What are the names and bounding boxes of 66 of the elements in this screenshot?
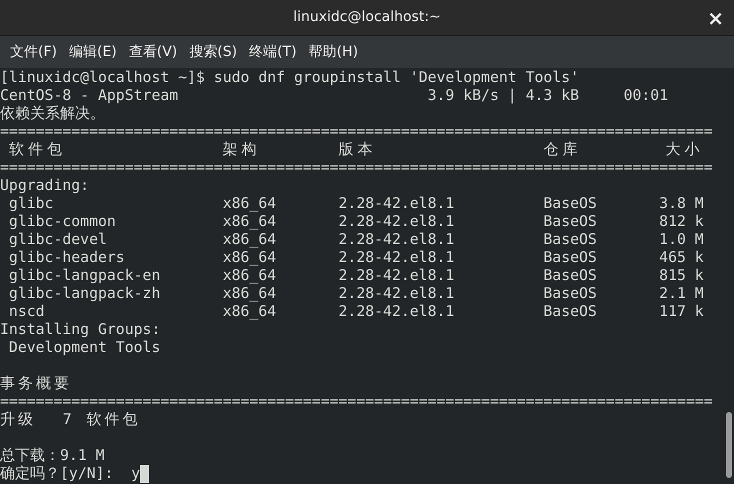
column-header: 仓库	[543, 141, 582, 159]
package-arch: x86_64	[222, 285, 278, 303]
confirm-prompt: 确定吗？[y/N]:	[0, 465, 114, 483]
package-size: 812 k	[658, 213, 704, 231]
package-name: glibc-langpack-zh	[8, 285, 162, 303]
separator-line: ================================================================================	[0, 159, 714, 177]
status-text: 依赖关系解决。	[0, 105, 106, 123]
package-size: 117 k	[658, 303, 704, 321]
menu-item[interactable]: 编辑(E)	[64, 42, 121, 62]
package-version: 2.28-42.el8.1	[338, 195, 456, 213]
package-size: 2.1 M	[658, 285, 704, 303]
package-name: glibc-devel	[8, 231, 108, 249]
menu-item[interactable]: 终端(T)	[245, 42, 301, 62]
package-arch: x86_64	[222, 213, 278, 231]
repo-stats: 3.9 kB/s | 4.3 kB 00:01	[428, 87, 668, 105]
package-repo: BaseOS	[543, 303, 598, 321]
package-arch: x86_64	[222, 303, 278, 321]
package-arch: x86_64	[222, 249, 278, 267]
menu-item[interactable]: 搜索(S)	[185, 42, 242, 62]
package-repo: BaseOS	[543, 195, 598, 213]
command-line: [linuxidc@localhost ~]$ sudo dnf groupinstall 'Development Tools'	[0, 69, 580, 87]
package-name: glibc-langpack-en	[8, 267, 162, 285]
package-version: 2.28-42.el8.1	[338, 249, 456, 267]
separator-line: ================================================================================	[0, 123, 714, 141]
package-size: 465 k	[658, 249, 704, 267]
summary-title: 事务概要	[0, 375, 73, 393]
group-name: Development Tools	[8, 339, 162, 357]
menu-item[interactable]: 文件(F)	[6, 42, 61, 62]
package-name: glibc-common	[8, 213, 117, 231]
package-arch: x86_64	[222, 231, 278, 249]
package-version: 2.28-42.el8.1	[338, 285, 456, 303]
package-repo: BaseOS	[543, 267, 598, 285]
section-heading: Upgrading:	[0, 177, 90, 195]
package-size: 3.8 M	[658, 195, 704, 213]
close-button[interactable]: ×	[707, 8, 724, 28]
package-repo: BaseOS	[543, 285, 598, 303]
package-size: 815 k	[658, 267, 704, 285]
window-title: linuxidc@localhost:~	[293, 8, 441, 27]
typed-answer-text: y	[131, 465, 140, 483]
column-header: 大小	[664, 141, 704, 159]
package-repo: BaseOS	[543, 231, 598, 249]
text-cursor	[140, 465, 150, 483]
package-repo: BaseOS	[543, 249, 598, 267]
package-size: 1.0 M	[658, 231, 704, 249]
column-header: 软件包	[8, 141, 67, 159]
package-version: 2.28-42.el8.1	[338, 303, 456, 321]
package-name: nscd	[8, 303, 46, 321]
menu-item[interactable]: 查看(V)	[124, 42, 182, 62]
total-download: 总下载：9.1 M	[0, 447, 106, 465]
repo-name: CentOS-8 - AppStream	[0, 87, 180, 105]
package-arch: x86_64	[222, 195, 278, 213]
scrollbar-thumb[interactable]	[726, 412, 732, 478]
package-version: 2.28-42.el8.1	[338, 267, 456, 285]
column-header: 架构	[222, 141, 262, 159]
upgrade-count: 7 软件包	[62, 411, 141, 429]
package-arch: x86_64	[222, 267, 278, 285]
separator-line: ================================================================================	[0, 393, 714, 411]
column-header: 版本	[338, 141, 378, 159]
package-repo: BaseOS	[543, 213, 598, 231]
package-version: 2.28-42.el8.1	[338, 231, 456, 249]
upgrade-label: 升级	[0, 411, 36, 429]
package-name: glibc	[8, 195, 54, 213]
section-heading: Installing Groups:	[0, 321, 162, 339]
menu-item[interactable]: 帮助(H)	[304, 42, 362, 62]
package-name: glibc-headers	[8, 249, 126, 267]
package-version: 2.28-42.el8.1	[338, 213, 456, 231]
